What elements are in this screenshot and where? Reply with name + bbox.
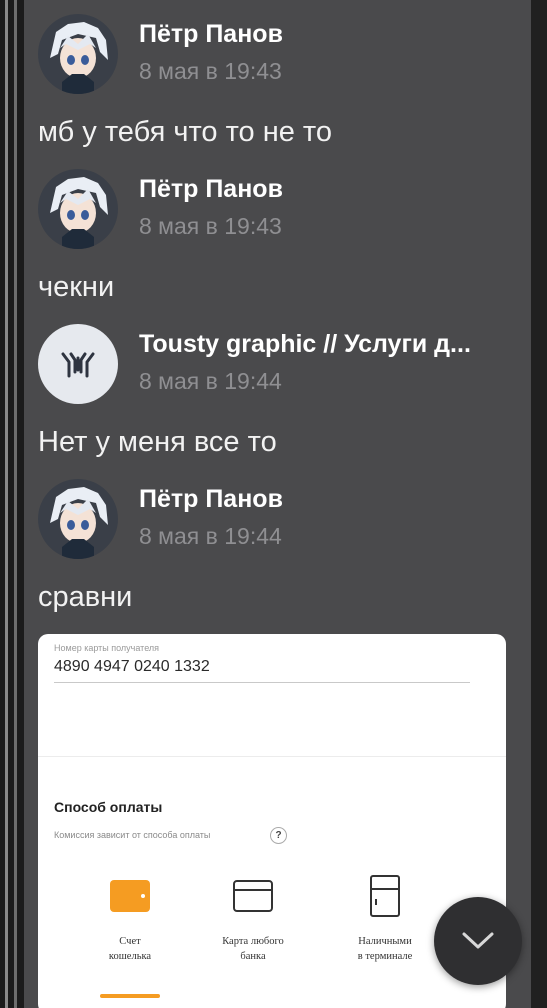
author-name[interactable]: Пётр Панов [139, 175, 283, 204]
message-time: 8 мая в 19:43 [139, 213, 282, 239]
scrollbar-track [531, 0, 547, 1008]
avatar[interactable] [38, 169, 118, 249]
message-header: Пётр Панов 8 мая в 19:44 [38, 479, 518, 559]
anime-avatar-icon [38, 169, 118, 249]
message-time: 8 мая в 19:43 [139, 58, 282, 84]
card-icon [233, 880, 273, 912]
payment-option-label: Карта любого банка [222, 936, 284, 962]
message-text: мб у тебя что то не то [38, 116, 333, 148]
divider [38, 756, 506, 757]
avatar[interactable] [38, 324, 118, 404]
thread-lines [0, 0, 24, 1008]
payment-option-label: Счет кошелька [108, 936, 152, 962]
terminal-icon [370, 875, 400, 917]
payment-option-wallet: Счет кошелька [75, 874, 185, 964]
chevron-down-icon [462, 932, 494, 949]
field-underline [54, 682, 470, 683]
message-text: чекни [38, 271, 115, 303]
author-name[interactable]: Пётр Панов [139, 20, 283, 49]
message-header: Пётр Панов 8 мая в 19:43 [38, 169, 518, 249]
scroll-down-button[interactable] [434, 897, 522, 985]
anime-avatar-icon [38, 479, 118, 559]
anime-avatar-icon [38, 14, 118, 94]
wallet-icon [110, 880, 150, 912]
author-name[interactable]: Tousty graphic // Услуги д... [139, 330, 471, 359]
payment-method-subtitle: Комиссия зависит от способа оплаты [54, 830, 211, 840]
message-text: сравни [38, 581, 133, 613]
payment-method-title: Способ оплаты [54, 799, 163, 815]
payment-option-card: Карта любого банка [198, 874, 308, 964]
card-number-label: Номер карты получателя [54, 643, 160, 653]
message-time: 8 мая в 19:44 [139, 368, 282, 394]
payment-option-terminal: Наличными в терминале [330, 874, 440, 964]
message-header: Tousty graphic // Услуги д... 8 мая в 19… [38, 324, 518, 404]
payment-option-label: Наличными в терминале [357, 936, 413, 962]
logo-avatar-icon [38, 324, 118, 404]
message-header: Пётр Панов 8 мая в 19:43 [38, 14, 518, 94]
chat-feed[interactable]: Пётр Панов 8 мая в 19:43 мб у тебя что т… [24, 0, 531, 1008]
author-name[interactable]: Пётр Панов [139, 485, 283, 514]
card-number-value: 4890 4947 0240 1332 [54, 658, 210, 675]
help-icon: ? [270, 827, 287, 844]
avatar[interactable] [38, 479, 118, 559]
message-time: 8 мая в 19:44 [139, 523, 282, 549]
message-text: Нет у меня все то [38, 426, 277, 458]
avatar[interactable] [38, 14, 118, 94]
selected-option-indicator [100, 994, 160, 998]
